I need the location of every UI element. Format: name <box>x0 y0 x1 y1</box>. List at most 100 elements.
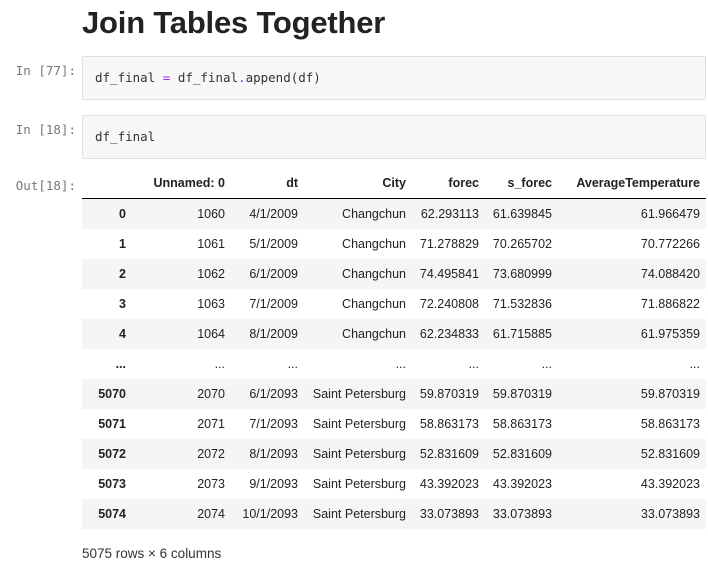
table-cell: 2073 <box>197 477 225 491</box>
table-row: 5073 2073 9/1/2093 Saint Petersburg 43.39202… <box>82 469 706 499</box>
table-cell: 1060 <box>197 207 225 221</box>
column-header-unnamed: Unnamed: 0 <box>132 168 231 199</box>
cell-prompt-out-18: Out[18]: <box>15 178 76 193</box>
table-cell: 71.532836 <box>492 297 552 311</box>
table-cell: 8/1/2009 <box>249 327 298 341</box>
table-row: 4 1064 8/1/2009 Changchun 62.234833 61.715885… <box>82 319 706 349</box>
table-cell: 2072 <box>197 447 225 461</box>
table-cell: Saint Petersburg <box>312 447 406 461</box>
table-cell: 43.392023 <box>640 477 700 491</box>
table-cell: ... <box>541 357 552 371</box>
table-cell: ... <box>689 357 700 371</box>
row-index: 5074 <box>98 507 126 521</box>
table-cell: 33.073893 <box>419 507 479 521</box>
code-line: df_final = df_final.append(df) <box>95 70 321 85</box>
table-cell: 73.680999 <box>492 267 552 281</box>
code-method: append(df) <box>245 70 321 85</box>
column-header-s-forec: s_forec <box>485 168 558 199</box>
code-operator: = <box>162 70 171 85</box>
table-cell: 2071 <box>197 417 225 431</box>
cell-prompt-in-18: In [18]: <box>15 122 76 137</box>
row-index: 5071 <box>98 417 126 431</box>
table-cell: 59.870319 <box>492 387 552 401</box>
table-row: 5074 2074 10/1/2093 Saint Petersburg 33.0738… <box>82 499 706 529</box>
dataframe-table: Unnamed: 0 dt City forec s_forec Average… <box>82 168 706 529</box>
table-row: 2 1062 6/1/2009 Changchun 74.495841 73.680999… <box>82 259 706 289</box>
column-header-city: City <box>304 168 412 199</box>
table-cell: 52.831609 <box>419 447 479 461</box>
code-object: df_final <box>177 70 239 85</box>
table-cell: Saint Petersburg <box>312 507 406 521</box>
table-cell: Saint Petersburg <box>312 477 406 491</box>
table-cell: 4/1/2009 <box>249 207 298 221</box>
table-cell: Changchun <box>342 327 406 341</box>
table-cell: 52.831609 <box>492 447 552 461</box>
table-cell: 6/1/2093 <box>249 387 298 401</box>
row-index: 2 <box>119 267 126 281</box>
table-cell: 1062 <box>197 267 225 281</box>
table-cell: 61.966479 <box>640 207 700 221</box>
table-cell: ... <box>395 357 406 371</box>
column-header-average-temperature: AverageTemperature <box>558 168 706 199</box>
column-header-dt: dt <box>231 168 304 199</box>
table-cell: 1061 <box>197 237 225 251</box>
table-cell: 10/1/2093 <box>242 507 298 521</box>
table-row: 3 1063 7/1/2009 Changchun 72.240808 71.532836… <box>82 289 706 319</box>
table-cell: Saint Petersburg <box>312 387 406 401</box>
table-cell: 7/1/2093 <box>249 417 298 431</box>
table-cell: 2074 <box>197 507 225 521</box>
table-body: 0 1060 4/1/2009 Changchun 62.293113 61.639845… <box>82 198 706 529</box>
table-cell: 5/1/2009 <box>249 237 298 251</box>
table-cell: 71.886822 <box>640 297 700 311</box>
row-index: 5072 <box>98 447 126 461</box>
table-cell: 61.715885 <box>492 327 552 341</box>
cell-prompt-in-77: In [77]: <box>15 63 76 78</box>
table-header-row: Unnamed: 0 dt City forec s_forec Average… <box>82 168 706 199</box>
column-header-forec: forec <box>412 168 485 199</box>
table-cell: 1063 <box>197 297 225 311</box>
table-cell: 58.863173 <box>640 417 700 431</box>
table-cell: 62.293113 <box>420 207 479 221</box>
code-dot: . <box>238 70 246 85</box>
table-cell: Saint Petersburg <box>312 417 406 431</box>
table-cell: 71.278829 <box>419 237 479 251</box>
table-cell: Changchun <box>342 207 406 221</box>
table-cell: ... <box>468 357 479 371</box>
table-cell: 9/1/2093 <box>249 477 298 491</box>
table-cell: 62.234833 <box>419 327 479 341</box>
table-row: 5072 2072 8/1/2093 Saint Petersburg 52.83160… <box>82 439 706 469</box>
row-index: 0 <box>119 207 126 221</box>
row-index: 1 <box>119 237 126 251</box>
row-index: 4 <box>119 327 126 341</box>
table-cell: 59.870319 <box>640 387 700 401</box>
table-row: 0 1060 4/1/2009 Changchun 62.293113 61.639845… <box>82 198 706 229</box>
table-cell: Changchun <box>342 297 406 311</box>
dataframe-shape: 5075 rows × 6 columns <box>82 546 222 561</box>
table-row: ..................... <box>82 349 706 379</box>
table-cell: 61.639845 <box>492 207 552 221</box>
code-cell-display[interactable]: df_final <box>82 115 706 159</box>
table-cell: 58.863173 <box>419 417 479 431</box>
table-cell: 58.863173 <box>492 417 552 431</box>
table-cell: 74.495841 <box>419 267 479 281</box>
table-cell: 43.392023 <box>419 477 479 491</box>
table-cell: 52.831609 <box>640 447 700 461</box>
code-variable: df_final <box>95 70 156 85</box>
column-header-index <box>82 168 132 199</box>
table-cell: Changchun <box>342 237 406 251</box>
row-index: 5070 <box>98 387 126 401</box>
row-index: ... <box>115 357 126 371</box>
table-row: 5070 2070 6/1/2093 Saint Petersburg 59.87031… <box>82 379 706 409</box>
table-row: 1 1061 5/1/2009 Changchun 71.278829 70.265702… <box>82 229 706 259</box>
table-cell: 6/1/2009 <box>249 267 298 281</box>
table-cell: 8/1/2093 <box>249 447 298 461</box>
table-cell: 74.088420 <box>640 267 700 281</box>
table-cell: ... <box>214 357 225 371</box>
table-cell: 1064 <box>197 327 225 341</box>
table-cell: 61.975359 <box>640 327 700 341</box>
row-index: 3 <box>119 297 126 311</box>
code-cell-append[interactable]: df_final = df_final.append(df) <box>82 56 706 100</box>
table-row: 5071 2071 7/1/2093 Saint Petersburg 58.86317… <box>82 409 706 439</box>
table-cell: 7/1/2009 <box>249 297 298 311</box>
table-cell: 72.240808 <box>419 297 479 311</box>
